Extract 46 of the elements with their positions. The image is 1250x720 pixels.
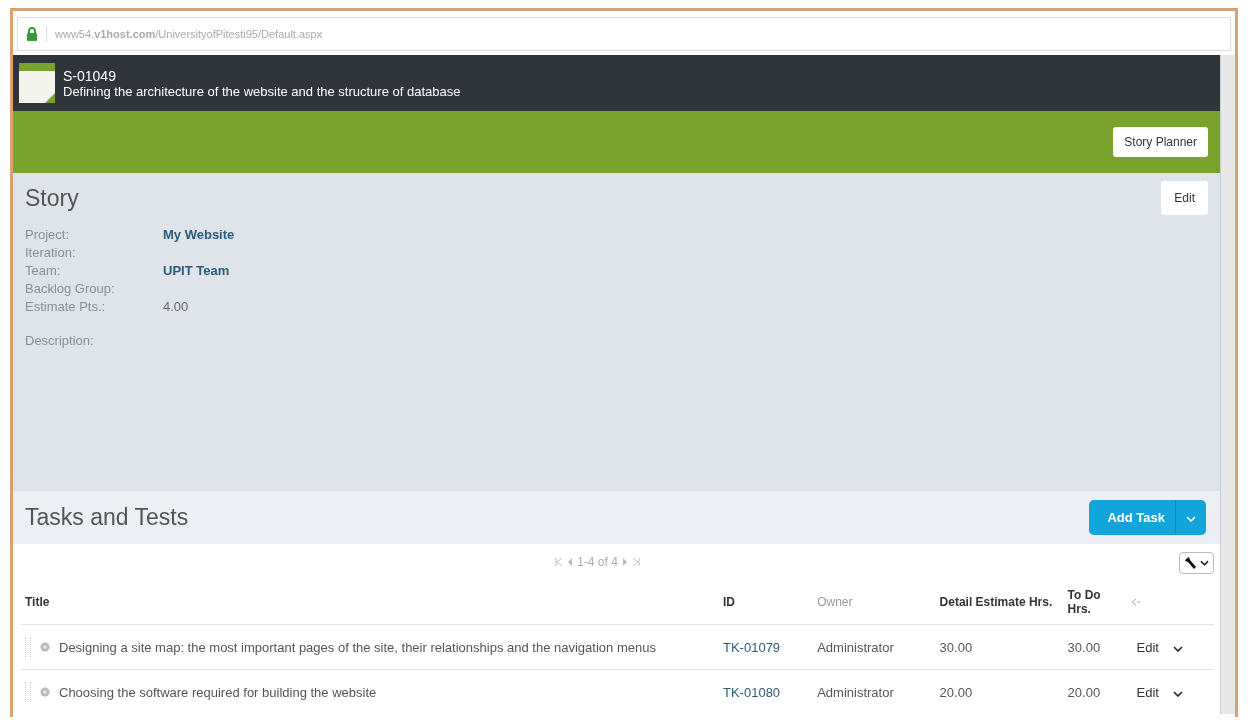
first-page-icon[interactable] xyxy=(555,558,564,566)
pager-text: 1-4 of 4 xyxy=(577,555,618,569)
field-value: 4.00 xyxy=(163,298,189,314)
table-cell: Administrator xyxy=(813,624,936,670)
url-text: www54.v1host.com/UniversityofPitesti95/Default.aspx xyxy=(55,28,323,40)
story-id: S-01049 xyxy=(63,67,117,84)
edit-button[interactable]: Edit xyxy=(1130,638,1165,656)
wrench-icon xyxy=(1184,556,1198,570)
grid-settings-button[interactable] xyxy=(1179,552,1214,574)
field-value[interactable]: My Website xyxy=(163,226,235,242)
column-header[interactable]: ID xyxy=(719,580,814,625)
task-title[interactable]: Choosing the software required for building the website xyxy=(59,684,377,700)
story-planner-button[interactable]: Story Planner xyxy=(1113,127,1208,157)
column-header[interactable]: To Do Hrs. xyxy=(1063,580,1127,625)
previous-page-icon[interactable] xyxy=(567,558,574,566)
field-label: Description: xyxy=(25,332,95,348)
caret-icon[interactable] xyxy=(1173,645,1183,652)
edit-button[interactable]: Edit xyxy=(1130,683,1165,701)
story-title: Defining the architecture of the website and the structure of database xyxy=(63,83,461,99)
section-heading: Story xyxy=(25,184,79,212)
edit-button[interactable]: Edit xyxy=(1161,181,1208,215)
field-label: Estimate Pts.: xyxy=(25,298,107,314)
field-value[interactable]: UPIT Team xyxy=(163,262,230,278)
story-card-icon xyxy=(19,63,55,103)
table-cell: 30.00 xyxy=(935,624,1064,670)
column-header[interactable]: Detail Estimate Hrs. xyxy=(935,580,1064,625)
column-options-icon[interactable] xyxy=(1130,598,1141,606)
table-cell: Administrator xyxy=(813,669,936,714)
caret-icon[interactable] xyxy=(1173,690,1183,697)
task-id[interactable]: TK-01079 xyxy=(719,624,814,670)
caret-icon xyxy=(1186,516,1196,522)
next-page-icon[interactable] xyxy=(621,558,628,566)
last-page-icon[interactable] xyxy=(631,558,640,566)
table-cell: 30.00 xyxy=(1063,624,1127,670)
lock-icon xyxy=(26,27,38,41)
task-id[interactable]: TK-01080 xyxy=(719,669,814,714)
caret-icon xyxy=(1200,560,1209,566)
field-label: Project: xyxy=(25,226,71,242)
field-label: Iteration: xyxy=(25,244,77,260)
task-title[interactable]: Designing a site map: the most important pages of the site, their relationships and the navigation menus xyxy=(59,639,656,655)
column-header[interactable]: Title xyxy=(21,580,719,625)
section-heading: Tasks and Tests xyxy=(25,504,189,531)
table-cell: 20.00 xyxy=(935,669,1064,714)
field-label: Team: xyxy=(25,262,62,278)
field-label: Backlog Group: xyxy=(25,280,116,296)
table-cell: 20.00 xyxy=(1063,669,1127,714)
